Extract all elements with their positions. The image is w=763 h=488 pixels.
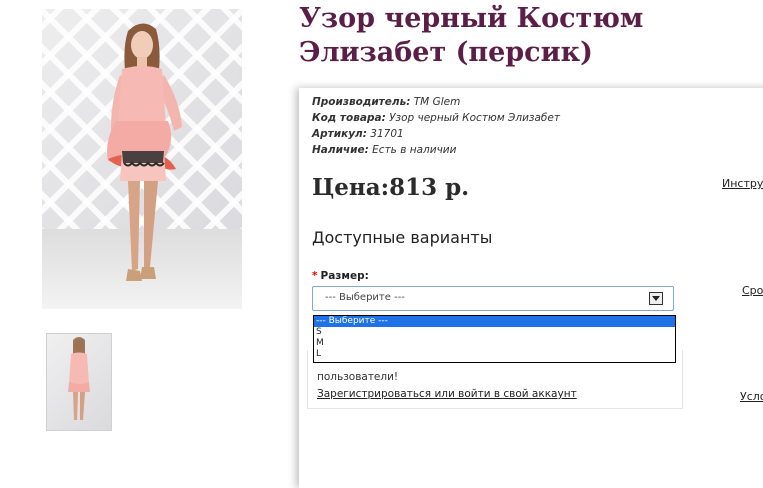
conditions-link[interactable]: Усло [740,390,763,403]
product-code-value: Узор черный Костюм Элизабет [389,112,560,124]
sku-value: 31701 [370,128,404,140]
thumbnail-model-image [68,337,90,420]
product-info-panel: Производитель: ТМ Glem Код товара: Узор … [299,88,763,488]
register-login-link[interactable]: Зарегистрироваться или войти в свой акка… [317,388,577,400]
stock-label: Наличие: [312,144,369,156]
sku-row: Артикул: 31701 [312,126,560,142]
delivery-link[interactable]: Сро [742,284,763,297]
product-thumbnail[interactable] [46,333,112,431]
product-code-label: Код товара: [312,112,386,124]
size-label: * Размер: [312,270,369,282]
size-label-text: Размер: [320,270,369,282]
size-dropdown-list[interactable]: --- Выберите --- S M L [313,315,676,363]
instructions-link[interactable]: Инстру [722,177,763,190]
stock-row: Наличие: Есть в наличии [312,142,560,158]
manufacturer-label: Производитель: [312,96,411,108]
required-mark: * [312,270,318,282]
login-notice-text: пользователи! [317,371,399,383]
manufacturer-value: ТМ Glem [413,96,461,108]
product-main-photo[interactable] [42,9,242,309]
available-options-heading: Доступные варианты [312,228,493,247]
model-figure-image [107,23,182,281]
sku-label: Артикул: [312,128,367,140]
stock-value: Есть в наличии [372,144,457,156]
product-meta: Производитель: ТМ Glem Код товара: Узор … [312,94,560,158]
product-title: Узор черный Костюм Элизабет (персик) [299,3,644,68]
size-select-value: --- Выберите --- [325,292,405,303]
product-price: Цена:813 р. [312,174,470,201]
size-select[interactable]: --- Выберите --- [312,286,674,311]
manufacturer-row: Производитель: ТМ Glem [312,94,560,110]
size-option-s[interactable]: S [314,327,675,338]
size-option-m[interactable]: M [314,338,675,349]
size-option-l[interactable]: L [314,349,675,360]
chevron-down-icon[interactable] [649,292,663,305]
size-option-placeholder[interactable]: --- Выберите --- [314,316,675,327]
product-code-row: Код товара: Узор черный Костюм Элизабет [312,110,560,126]
